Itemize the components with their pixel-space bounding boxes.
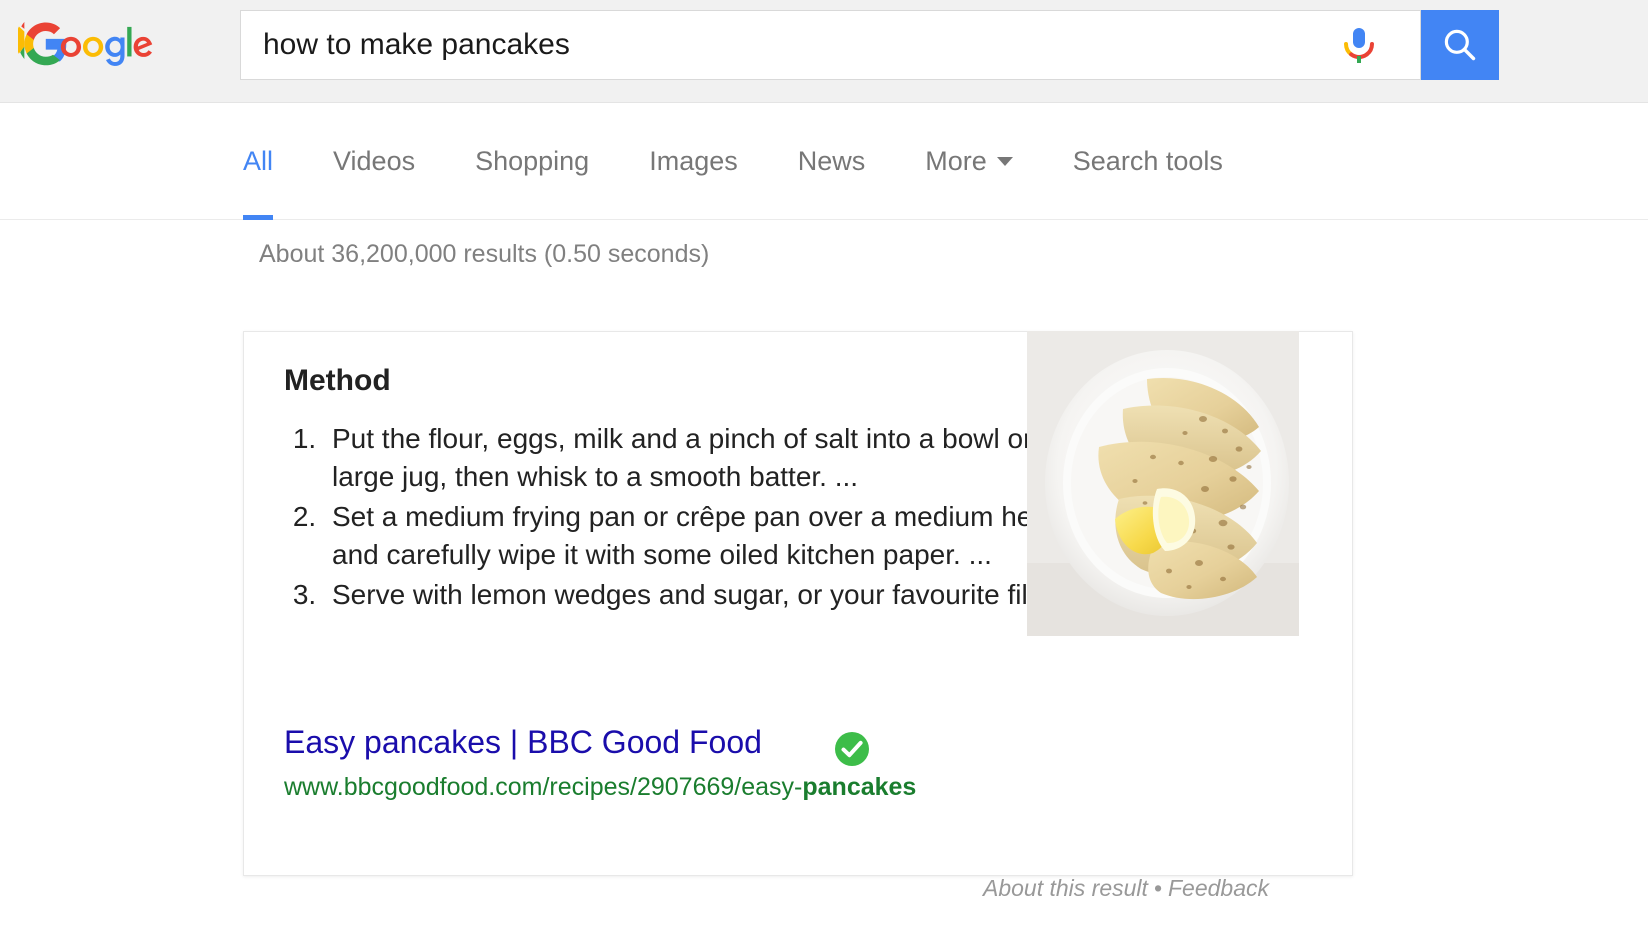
- list-item: Serve with lemon wedges and sugar, or yo…: [324, 576, 1084, 614]
- search-box[interactable]: [240, 10, 1421, 80]
- search-header: [0, 0, 1648, 103]
- list-item: Set a medium frying pan or crêpe pan ove…: [324, 498, 1084, 574]
- tab-images[interactable]: Images: [649, 103, 738, 220]
- about-this-result-link[interactable]: About this result: [983, 875, 1148, 901]
- tab-search-tools[interactable]: Search tools: [1073, 103, 1223, 220]
- snippet-heading: Method: [284, 364, 391, 397]
- search-tabs: All Videos Shopping Images News More Sea…: [243, 103, 1223, 220]
- tab-news[interactable]: News: [798, 103, 866, 220]
- method-steps-list: Put the flour, eggs, milk and a pinch of…: [284, 420, 1084, 616]
- google-logo[interactable]: [18, 13, 214, 75]
- search-input[interactable]: [263, 11, 1263, 79]
- tab-search-tools-label: Search tools: [1072, 146, 1223, 176]
- result-url-prefix: www.bbcgoodfood.com/recipes/2907669/easy…: [284, 773, 803, 801]
- snippet-footer: About this result • Feedback: [983, 875, 1269, 902]
- tab-videos[interactable]: Videos: [333, 103, 415, 220]
- results-count: About 36,200,000 results (0.50 seconds): [259, 240, 710, 268]
- tab-more-label: More: [925, 146, 987, 176]
- tab-images-label: Images: [649, 146, 738, 176]
- result-title-link[interactable]: Easy pancakes | BBC Good Food: [284, 724, 762, 761]
- search-submit-button[interactable]: [1421, 10, 1499, 80]
- tab-all[interactable]: All: [243, 103, 274, 220]
- google-search-results-page: All Videos Shopping Images News More Sea…: [0, 0, 1648, 936]
- tab-news-label: News: [797, 146, 866, 176]
- tab-all-label: All: [243, 146, 274, 176]
- search-nav-bar: All Videos Shopping Images News More Sea…: [0, 103, 1648, 220]
- chevron-down-icon: [996, 157, 1013, 166]
- result-url[interactable]: www.bbcgoodfood.com/recipes/2907669/easy…: [284, 773, 916, 802]
- result-url-bold: pancakes: [802, 773, 917, 801]
- snippet-thumbnail[interactable]: [1027, 331, 1299, 636]
- featured-snippet-card: Method Put the flour, eggs, milk and a p…: [243, 331, 1353, 876]
- green-check-badge-icon: [833, 730, 871, 768]
- footer-separator: •: [1153, 875, 1162, 901]
- tab-more[interactable]: More: [925, 103, 1013, 220]
- list-item: Put the flour, eggs, milk and a pinch of…: [324, 420, 1084, 496]
- tab-shopping[interactable]: Shopping: [475, 103, 589, 220]
- tab-videos-label: Videos: [333, 146, 416, 176]
- feedback-link[interactable]: Feedback: [1168, 875, 1269, 901]
- microphone-icon[interactable]: [1338, 24, 1380, 68]
- tab-shopping-label: Shopping: [475, 146, 590, 176]
